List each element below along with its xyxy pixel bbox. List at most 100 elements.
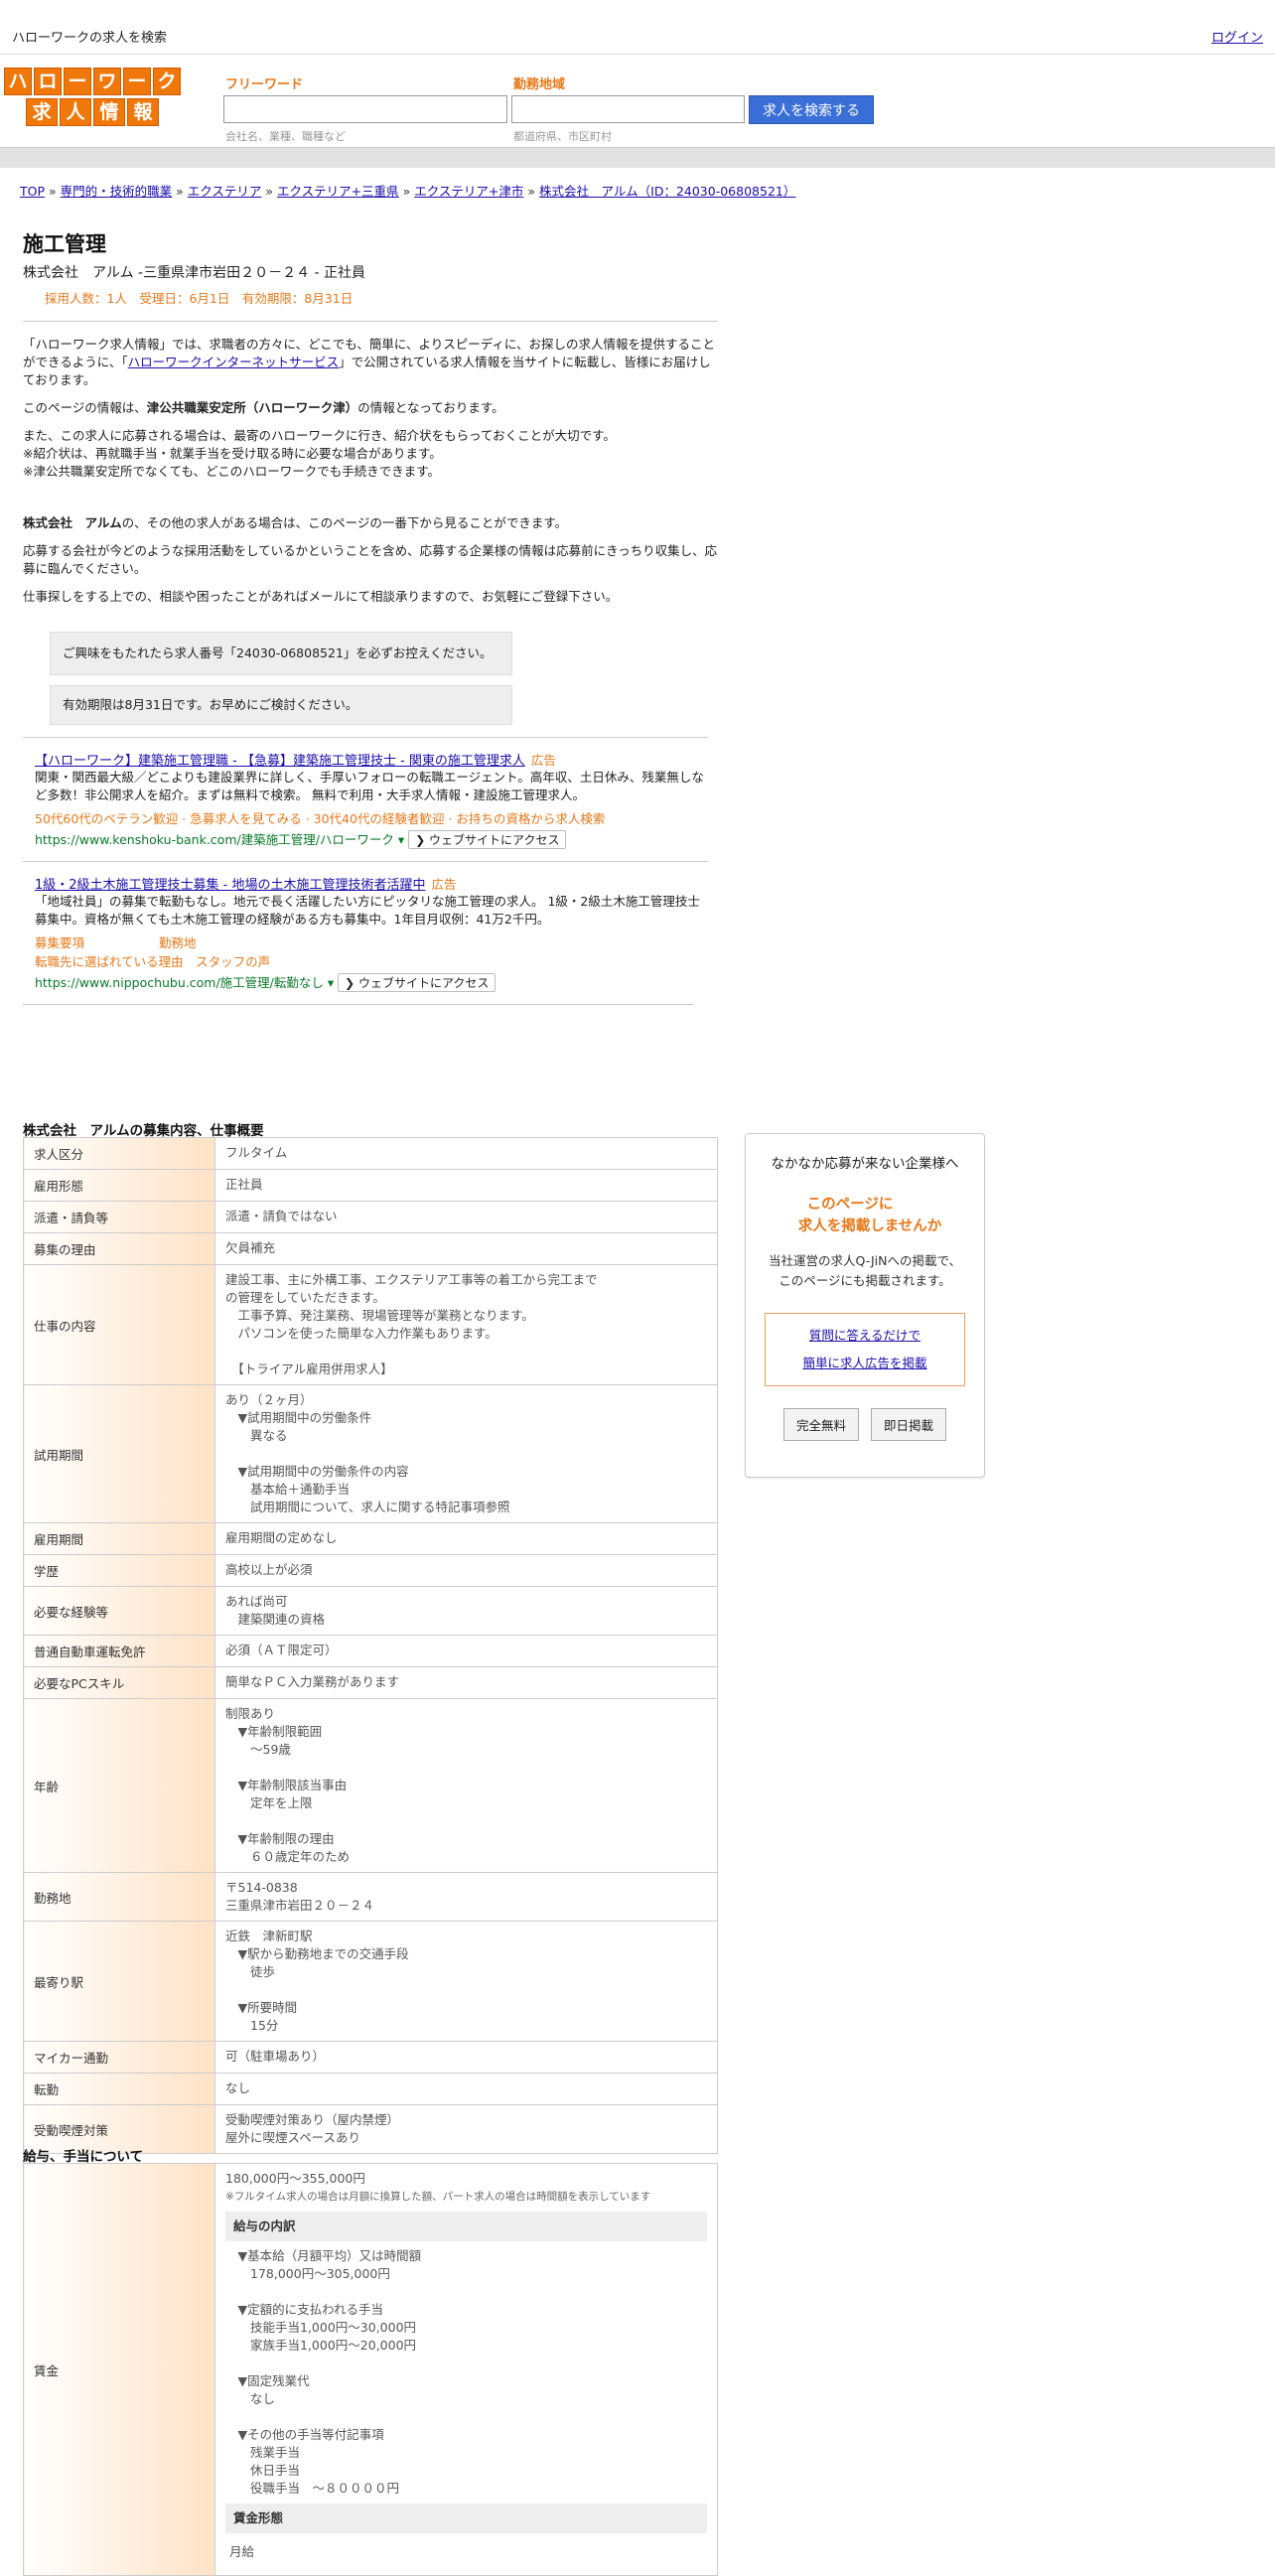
sidebox-headline-2: 求人を掲載しませんか (797, 1218, 942, 1234)
salary-form-head: 賃金形態 (225, 2504, 707, 2533)
table-row: 求人区分 フルタイム (23, 1137, 718, 1170)
logo-char: 情 (93, 98, 125, 126)
breadcrumb-prefecture[interactable]: エクステリア+三重県 (277, 184, 399, 199)
salary-table: 賃金 180,000円〜355,000円 ※フルタイム求人の場合は月額に換算した… (23, 2163, 718, 2576)
table-value: 正社員 (214, 1169, 718, 1202)
application-note: ※津公共職業安定所でなくても、どこのハローワークでも手続きできます。 (23, 464, 440, 479)
logo-char: ロ (34, 68, 62, 95)
table-key: 最寄り駅 (23, 1921, 215, 2042)
table-value: なし (214, 2073, 718, 2105)
table-value: フルタイム (214, 1137, 718, 1170)
table-value: 欠員補充 (214, 1232, 718, 1265)
source-office: 津公共職業安定所（ハローワーク津） (146, 400, 358, 415)
logo-char: ー (123, 68, 151, 95)
application-text: また、この求人に応募される場合は、最寄のハローワークに行き、紹介状をもらっておく… (23, 428, 616, 443)
logo-char: ハ (4, 68, 32, 95)
table-key: 試用期間 (23, 1384, 215, 1523)
job-title: 施工管理 (23, 232, 106, 256)
freeword-hint: 会社名、業種、職種など (225, 130, 346, 143)
free-button[interactable]: 完全無料 (782, 1408, 859, 1441)
breadcrumb-keyword[interactable]: エクステリア (188, 184, 262, 199)
sidebox-headline: このページに 求人を掲載しませんか (746, 1194, 984, 1237)
sidebox-link-post-ad[interactable]: 簡単に求人広告を掲載 (802, 1356, 926, 1370)
ad-divider (23, 737, 708, 738)
ad-title-link[interactable]: 1級・2級土木施工管理技士募集 - 地場の土木施工管理技術者活躍中 (35, 878, 426, 893)
hellowork-internet-link[interactable]: ハローワークインターネットサービス (128, 355, 340, 369)
ad-url-text[interactable]: https://www.kenshoku-bank.com/建築施工管理/ハロー… (35, 832, 404, 847)
application-note: ※紹介状は、再就職手当・就業手当を受け取る時に必要な場合があります。 (23, 446, 442, 461)
breadcrumb-city[interactable]: エクステリア+津市 (414, 184, 523, 199)
breadcrumb-job[interactable]: 株式会社 アルム（ID：24030-06808521） (539, 184, 795, 199)
ad-visit-button[interactable]: ❯ ウェブサイトにアクセス (338, 973, 496, 992)
details-table: 求人区分 フルタイム 雇用形態 正社員 派遣・請負等 派遣・請負ではない 募集の理由 欠員補充… (23, 1137, 718, 2154)
ad-label: 広告 (530, 753, 556, 768)
notice-deadline: 有効期限は8月31日です。お早めにご検討ください。 (50, 685, 512, 725)
table-row: 募集の理由 欠員補充 (23, 1232, 718, 1265)
table-key: 必要な経験等 (23, 1586, 215, 1636)
ad-visit-button[interactable]: ❯ ウェブサイトにアクセス (408, 830, 567, 849)
logo-row-1: ハ ロ ー ワ ー ク (4, 68, 181, 95)
details-section-title: 株式会社 アルムの募集内容、仕事概要 (23, 1123, 264, 1139)
breadcrumb-top[interactable]: TOP (20, 184, 45, 199)
login-link[interactable]: ログイン (1211, 27, 1263, 46)
table-value: 制限あり ▼年齢制限範囲 〜59歳 ▼年齢制限該当事由 定年を上限 ▼年齢制限の… (214, 1698, 718, 1873)
freeword-input[interactable] (223, 95, 507, 123)
source-paragraph: このページの情報は、津公共職業安定所（ハローワーク津）の情報となっております。 (23, 399, 718, 417)
table-row: 最寄り駅 近鉄 津新町駅 ▼駅から勤務地までの交通手段 徒歩 ▼所要時間 15分 (23, 1921, 718, 2042)
site-logo[interactable]: ハ ロ ー ワ ー ク 求 人 情 報 (4, 68, 181, 126)
divider (23, 321, 718, 322)
ad-divider (23, 1004, 693, 1005)
table-row: 転勤 なし (23, 2073, 718, 2105)
salary-section-title: 給与、手当について (23, 2149, 144, 2165)
advertise-sidebox: なかなか応募が来ない企業様へ このページに 求人を掲載しませんか 当社運営の求人… (745, 1133, 985, 1478)
main-content: 施工管理 株式会社 アルム -三重県津市岩田２０－２４ - 正社員 採用人数：1… (23, 228, 718, 1017)
table-value: 雇用期間の定めなし (214, 1522, 718, 1555)
table-row: 仕事の内容 建設工事、主に外構工事、エクステリア工事等の着工から完工まで の管理を… (23, 1264, 718, 1385)
breadcrumb-sep: » (265, 184, 274, 199)
sidebox-link-questions[interactable]: 質問に答えるだけで (809, 1328, 921, 1343)
breadcrumb-sep: » (527, 184, 536, 199)
ad-title-link[interactable]: 【ハローワーク】建築施工管理職 - 【急募】建築施工管理技士 - 関東の施工管理… (35, 754, 525, 769)
table-value: 簡単なＰＣ入力業務があります (214, 1666, 718, 1699)
advice-paragraph: 応募する会社が今どのような採用活動をしているかということを含め、応募する企業様の… (23, 543, 718, 576)
notice-job-number: ご興味をもたれたら求人番号「24030-06808521」を必ずお控えください。 (50, 632, 512, 675)
table-value: 近鉄 津新町駅 ▼駅から勤務地までの交通手段 徒歩 ▼所要時間 15分 (214, 1921, 718, 2042)
table-row: 年齢 制限あり ▼年齢制限範囲 〜59歳 ▼年齢制限該当事由 定年を上限 ▼年齢制… (23, 1698, 718, 1873)
table-key: 賃金 (23, 2163, 215, 2576)
area-label: 勤務地域 (513, 77, 566, 92)
table-row: 学歴 高校以上が必須 (23, 1554, 718, 1587)
sidebox-text: 当社運営の求人Q-JiNへの掲載で、 このページにも掲載されます。 (746, 1251, 984, 1291)
table-row: 雇用期間 雇用期間の定めなし (23, 1522, 718, 1555)
source-text: このページの情報は、 (23, 400, 147, 415)
table-value: 可（駐車場あり） (214, 2041, 718, 2074)
table-value: 180,000円〜355,000円 ※フルタイム求人の場合は月額に換算した額、パ… (214, 2163, 718, 2576)
salary-range: 180,000円〜355,000円 (225, 2171, 365, 2186)
table-key: 学歴 (23, 1554, 215, 1587)
ad-sitelinks[interactable]: 募集要項 勤務地 転職先に選ばれている理由 スタッフの声 (35, 932, 705, 970)
table-value: 派遣・請負ではない (214, 1201, 718, 1233)
salary-note: ※フルタイム求人の場合は月額に換算した額、パート求人の場合は時間額を表示していま… (225, 2191, 651, 2203)
table-row: 賃金 180,000円〜355,000円 ※フルタイム求人の場合は月額に換算した… (23, 2163, 718, 2576)
ad-description: 「地域社員」の募集で転勤もなし。地元で長く活躍したい方にピッタリな施工管理の求人… (35, 894, 700, 927)
salary-form: 月給 (229, 2544, 255, 2559)
sidebox-headline-1: このページに (806, 1197, 894, 1213)
header-divider (0, 147, 1275, 168)
ad-url-text[interactable]: https://www.nippochubu.com/施工管理/転勤なし ▾ (35, 975, 334, 990)
breadcrumb: TOP » 専門的・技術的職業 » エクステリア » エクステリア+三重県 » … (20, 181, 795, 200)
table-value: 〒514-0838 三重県津市岩田２０－２４ (214, 1872, 718, 1922)
area-input[interactable] (511, 95, 745, 123)
table-row: 勤務地 〒514-0838 三重県津市岩田２０－２４ (23, 1872, 718, 1922)
logo-row-2: 求 人 情 報 (4, 98, 181, 126)
table-value: あり（２ヶ月） ▼試用期間中の労働条件 異なる ▼試用期間中の労働条件の内容 基… (214, 1384, 718, 1523)
ad-sitelinks[interactable]: 50代60代のベテラン歓迎 · 急募求人を見てみる · 30代40代の経験者歓迎… (35, 808, 705, 827)
table-key: 雇用期間 (23, 1522, 215, 1555)
same-day-button[interactable]: 即日掲載 (871, 1408, 947, 1441)
table-key: 勤務地 (23, 1872, 215, 1922)
sidebox-buttons: 完全無料 即日掲載 (746, 1408, 984, 1441)
logo-char: 人 (60, 98, 91, 126)
other-jobs-text: の、その他の求人がある場合は、このページの一番下から見ることができます。 (121, 515, 568, 530)
ad-block: 1級・2級土木施工管理技士募集 - 地場の土木施工管理技術者活躍中 広告 「地域社… (35, 874, 705, 992)
ad-block: 【ハローワーク】建築施工管理職 - 【急募】建築施工管理技士 - 関東の施工管理… (35, 750, 705, 849)
search-button[interactable]: 求人を検索する (749, 95, 874, 124)
breadcrumb-category[interactable]: 専門的・技術的職業 (61, 184, 173, 199)
